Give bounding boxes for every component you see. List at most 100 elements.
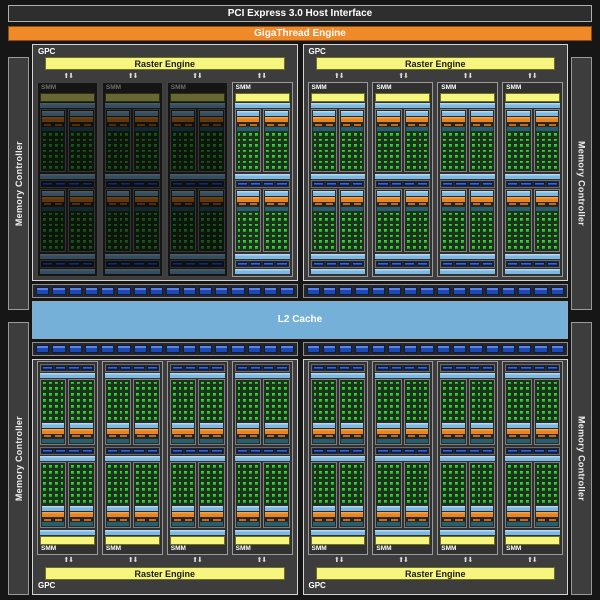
core-cell — [47, 143, 53, 148]
core-cell — [282, 409, 288, 415]
core-cell — [318, 154, 324, 159]
core-cell — [265, 487, 270, 493]
raster-engine-bar: Raster Engine — [45, 567, 285, 580]
core-cell — [47, 409, 53, 415]
core-cell — [82, 469, 88, 475]
core-cell — [352, 165, 358, 170]
core-cell — [82, 211, 88, 217]
tick-mark — [108, 435, 117, 438]
core-cell — [512, 380, 518, 386]
lightblue-bar — [405, 506, 429, 511]
crossbar-segment — [133, 286, 147, 295]
crossbar-segment — [371, 344, 385, 353]
core-cell — [512, 481, 518, 487]
core-cell — [383, 463, 389, 469]
core-cell — [135, 228, 141, 233]
core-cell — [358, 211, 364, 217]
core-cell — [488, 404, 494, 409]
core-cell — [206, 469, 211, 475]
core-cell — [535, 132, 541, 137]
core-cell — [405, 392, 411, 398]
core-cell — [53, 392, 59, 398]
orange-bar — [42, 117, 65, 122]
orange-bar — [106, 196, 130, 202]
core-cell — [423, 239, 429, 244]
crossbar-segment — [534, 344, 548, 353]
segment — [338, 261, 351, 266]
lightblue-bar — [535, 422, 558, 428]
tick-mark — [55, 203, 63, 206]
segment — [520, 448, 532, 453]
lightblue-bar — [104, 372, 160, 378]
tick-mark — [238, 435, 246, 438]
core-cell — [507, 154, 512, 159]
core-cell — [248, 380, 254, 386]
crossbar-segment — [215, 344, 229, 353]
core-cell — [200, 222, 206, 228]
core-cell — [189, 493, 195, 499]
smm-section — [440, 109, 496, 172]
core-cell — [330, 148, 335, 154]
core-cell — [383, 493, 389, 499]
core-cell — [200, 386, 206, 392]
smm-subcolumn — [133, 109, 160, 172]
core-cell — [547, 228, 553, 233]
core-cell — [88, 493, 93, 499]
core-cell — [177, 222, 183, 228]
core-cell — [507, 233, 512, 239]
core-cell — [383, 415, 389, 421]
core-cell — [270, 222, 276, 228]
core-grid — [171, 211, 195, 250]
core-cell — [411, 487, 417, 493]
core-cell — [476, 244, 482, 250]
core-cell — [42, 386, 47, 392]
core-cell — [88, 228, 93, 233]
core-cell — [276, 148, 282, 154]
lightblue-bar — [310, 455, 366, 461]
core-cell — [276, 415, 282, 421]
teal-bar — [135, 438, 158, 443]
core-cell — [106, 415, 112, 421]
updown-arrows-icon: ⬆⬇ — [63, 73, 74, 80]
core-cell — [541, 132, 547, 137]
core-cell — [346, 386, 352, 392]
core-cell — [389, 499, 394, 504]
core-cell — [389, 165, 394, 170]
core-grid — [265, 380, 288, 421]
gpu-block-diagram: PCI Express 3.0 Host Interface GigaThrea… — [0, 0, 600, 600]
core-cell — [358, 143, 364, 148]
core-cell — [358, 386, 364, 392]
core-cell — [217, 398, 223, 404]
core-cell — [318, 165, 324, 170]
tick-mark — [509, 123, 517, 126]
lightblue-bar — [340, 506, 364, 511]
core-cell — [541, 244, 547, 250]
segment — [106, 261, 119, 266]
core-cell — [524, 228, 530, 233]
core-cell — [270, 487, 276, 493]
segment — [81, 181, 93, 186]
segment-row — [169, 259, 225, 268]
tick-bar — [70, 518, 93, 521]
core-cell — [524, 404, 530, 409]
core-cell — [411, 228, 417, 233]
orange-bar — [200, 196, 223, 202]
core-cell — [118, 475, 124, 481]
smm-section — [440, 188, 496, 252]
core-grid — [265, 463, 288, 504]
smm-subcolumn — [375, 378, 402, 445]
crossbar-segment — [436, 344, 451, 353]
core-cell — [112, 481, 118, 487]
tick-mark — [55, 518, 63, 521]
segment-row — [169, 446, 225, 455]
core-cell — [53, 487, 59, 493]
core-cell — [254, 222, 260, 228]
core-cell — [135, 481, 141, 487]
core-cell — [88, 154, 93, 159]
core-cell — [352, 222, 358, 228]
crossbar-half — [302, 341, 568, 356]
teal-bar — [340, 206, 364, 211]
core-cell — [389, 222, 394, 228]
orange-bar — [312, 117, 335, 122]
core-cell — [106, 222, 112, 228]
